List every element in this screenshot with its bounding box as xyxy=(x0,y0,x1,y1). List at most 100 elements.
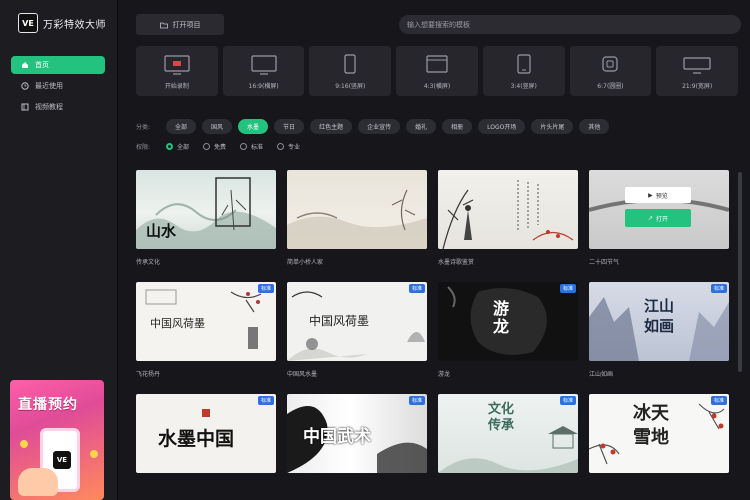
sidebar-item-label: 最近使用 xyxy=(35,82,63,90)
template-title: 江山如画 xyxy=(589,371,614,378)
category-chip[interactable]: LOGO开场 xyxy=(478,119,526,134)
standard-badge: 标准 xyxy=(408,284,425,293)
app-logo: VE xyxy=(18,13,38,33)
standard-badge: 标准 xyxy=(257,396,274,405)
search-input[interactable] xyxy=(407,20,741,29)
decor-dot xyxy=(90,450,98,458)
template-card[interactable]: 文化传承 标准 xyxy=(438,394,578,500)
template-title: 飞花杨丹 xyxy=(136,371,161,378)
thumbnail-calligraphy: 冰天雪地 xyxy=(633,403,669,448)
template-grid: 山水 传承文化 简单小桥人家 水墨诗歌鉴赏 ▶ 预览 ↗ 打开 二十四节气 中国… xyxy=(136,170,730,500)
template-title: 传承文化 xyxy=(136,259,161,266)
tablet-icon xyxy=(517,54,531,74)
promo-logo: VE xyxy=(53,451,71,469)
template-card[interactable]: 水墨诗歌鉴赏 xyxy=(438,170,578,282)
sidebar-item-recent[interactable]: 最近使用 xyxy=(11,77,105,95)
ratio-record[interactable]: 开始录制 xyxy=(136,46,218,96)
main-content: 打开项目 开始录制 16:9(横屏) 9:16(竖屏) 4:3(横屏) xyxy=(119,0,750,500)
template-card[interactable]: ▶ 预览 ↗ 打开 二十四节气 xyxy=(589,170,729,282)
thumbnail-calligraphy: 水墨中国 xyxy=(158,428,235,450)
ratio-label: 16:9(横屏) xyxy=(248,83,279,90)
template-thumbnail: 水墨中国 标准 xyxy=(136,394,276,473)
sidebar-item-home[interactable]: 首页 xyxy=(11,56,105,74)
category-chip[interactable]: 婚礼 xyxy=(406,119,437,134)
open-label: 打开 xyxy=(656,215,669,223)
template-card[interactable]: 中国风荷墨 标准 飞花杨丹 xyxy=(136,282,276,394)
standard-badge: 标准 xyxy=(559,284,576,293)
home-icon xyxy=(21,61,29,69)
category-chip[interactable]: 红色主题 xyxy=(310,119,353,134)
phone-icon xyxy=(344,54,356,74)
preview-label: 预览 xyxy=(655,192,668,200)
window-icon xyxy=(426,55,448,73)
template-thumbnail: 冰天雪地 标准 xyxy=(589,394,729,473)
radio-icon xyxy=(277,143,285,150)
price-radio-pro[interactable]: 专业 xyxy=(277,142,300,151)
sidebar-item-tutorials[interactable]: 视频教程 xyxy=(11,98,105,116)
sidebar: VE 万彩特效大师 首页 最近使用 视频教程 直播预约 VE xyxy=(0,0,118,500)
category-chip[interactable]: 其他 xyxy=(579,119,610,134)
ratio-9-16[interactable]: 9:16(竖屏) xyxy=(309,46,392,96)
category-chip[interactable]: 片头片尾 xyxy=(531,119,574,134)
sidebar-nav: 首页 最近使用 视频教程 xyxy=(11,56,105,119)
template-card[interactable]: 冰天雪地 标准 xyxy=(589,394,729,500)
price-filter: 权限: 全部 免费 标准 专业 xyxy=(136,142,314,151)
template-thumbnail xyxy=(287,170,427,249)
play-icon: ▶ xyxy=(648,191,653,199)
template-card[interactable]: 游龙 标准 游龙 xyxy=(438,282,578,394)
template-thumbnail: ▶ 预览 ↗ 打开 xyxy=(589,170,729,249)
category-chip-active[interactable]: 水墨 xyxy=(238,119,269,134)
template-title: 游龙 xyxy=(438,371,451,378)
thumbnail-calligraphy: 中国武术 xyxy=(303,427,371,447)
ratio-selector: 开始录制 16:9(横屏) 9:16(竖屏) 4:3(横屏) 3:4(竖屏) 6… xyxy=(136,46,739,96)
category-chip[interactable]: 相册 xyxy=(442,119,473,134)
promo-title: 直播预约 xyxy=(18,397,78,413)
open-project-label: 打开项目 xyxy=(172,20,201,29)
radio-label: 标准 xyxy=(251,144,264,151)
category-chip[interactable]: 国风 xyxy=(202,119,233,134)
template-card[interactable]: 中国武术 标准 xyxy=(287,394,427,500)
template-card[interactable]: 简单小桥人家 xyxy=(287,170,427,282)
scrollbar[interactable] xyxy=(738,172,742,372)
price-radio-all[interactable]: 全部 xyxy=(166,142,189,151)
hand-illustration xyxy=(18,468,58,496)
thumbnail-calligraphy: 中国风荷墨 xyxy=(150,317,205,330)
category-chip[interactable]: 节日 xyxy=(274,119,305,134)
circle-frame-icon xyxy=(602,56,619,72)
brand: VE 万彩特效大师 xyxy=(18,13,106,33)
standard-badge: 标准 xyxy=(408,396,425,405)
category-filter-label: 分类: xyxy=(136,124,151,131)
template-title: 中国风水墨 xyxy=(287,371,318,378)
radio-label: 专业 xyxy=(288,144,301,151)
template-card[interactable]: 水墨中国 标准 xyxy=(136,394,276,500)
monitor-icon xyxy=(250,55,277,75)
app-name: 万彩特效大师 xyxy=(43,19,106,31)
template-thumbnail: 中国风荷墨 标准 xyxy=(287,282,427,361)
template-title: 二十四节气 xyxy=(589,259,620,266)
ratio-4-3[interactable]: 4:3(横屏) xyxy=(396,46,478,96)
open-template-button[interactable]: ↗ 打开 xyxy=(625,209,691,227)
template-thumbnail: 中国风荷墨 标准 xyxy=(136,282,276,361)
preview-button[interactable]: ▶ 预览 xyxy=(625,187,691,203)
standard-badge: 标准 xyxy=(559,396,576,405)
template-card[interactable]: 中国风荷墨 标准 中国风水墨 xyxy=(287,282,427,394)
card-hover-actions: ▶ 预览 ↗ 打开 xyxy=(625,187,691,231)
template-card[interactable]: 江山如画 标准 江山如画 xyxy=(589,282,729,394)
poem-illustration xyxy=(442,180,574,249)
live-promo-banner[interactable]: 直播预约 VE xyxy=(10,380,104,500)
app-window: VE 万彩特效大师 首页 最近使用 视频教程 直播预约 VE 打开项目 输入想要… xyxy=(0,0,750,500)
price-radio-standard[interactable]: 标准 xyxy=(240,142,263,151)
template-thumbnail: 中国武术 标准 xyxy=(287,394,427,473)
search-bar[interactable] xyxy=(399,15,741,34)
category-filter: 分类: 全部 国风 水墨 节日 红色主题 企业宣传 婚礼 相册 LOGO开场 片… xyxy=(136,119,615,134)
ratio-21-9[interactable]: 21:9(宽屏) xyxy=(656,46,739,96)
ratio-6-7[interactable]: 6:7(圆圈) xyxy=(569,46,652,96)
open-project-button[interactable]: 打开项目 xyxy=(136,14,224,35)
category-chip[interactable]: 企业宣传 xyxy=(358,119,401,134)
category-chip[interactable]: 全部 xyxy=(166,119,197,134)
price-radio-free[interactable]: 免费 xyxy=(203,142,226,151)
template-title: 水墨诗歌鉴赏 xyxy=(438,259,475,266)
ratio-16-9[interactable]: 16:9(横屏) xyxy=(222,46,305,96)
template-card[interactable]: 山水 传承文化 xyxy=(136,170,276,282)
ratio-3-4[interactable]: 3:4(竖屏) xyxy=(482,46,565,96)
